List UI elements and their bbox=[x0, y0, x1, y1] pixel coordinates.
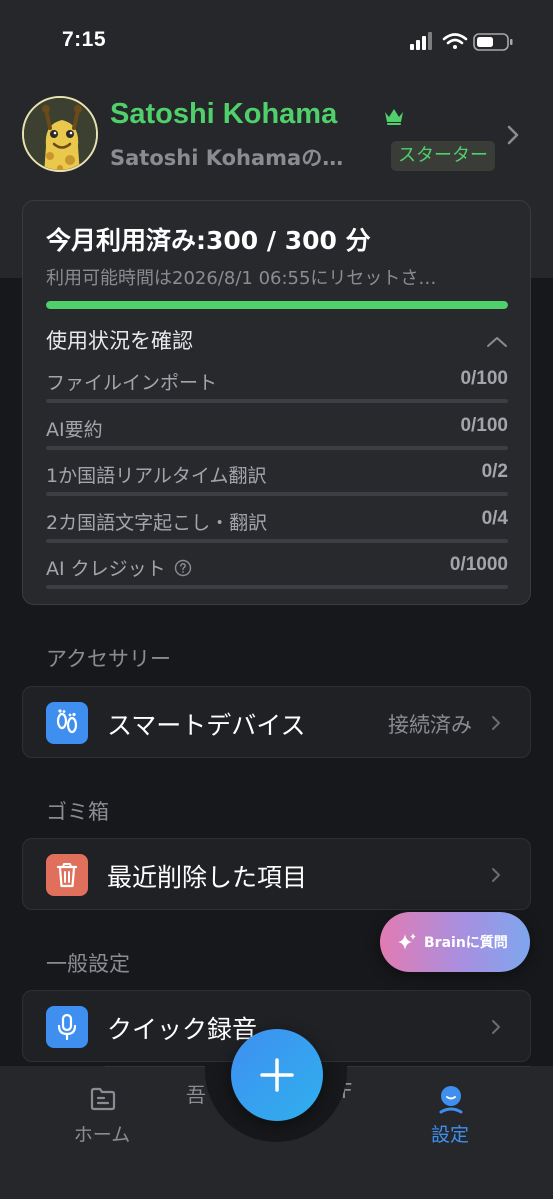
usage-row-label: 2カ国語文字起こし・翻訳 bbox=[46, 512, 268, 534]
section-header-general: 一般設定 bbox=[46, 952, 130, 976]
microphone-icon bbox=[46, 1006, 88, 1048]
usage-row-realtime-translation: 1か国語リアルタイム翻訳 0/2 bbox=[46, 461, 508, 496]
usage-row-ai-credit: AI クレジット 0/1000 bbox=[46, 554, 508, 589]
usage-row-track bbox=[46, 492, 508, 496]
trash-icon bbox=[46, 854, 88, 896]
usage-row-label: AI要約 bbox=[46, 419, 103, 441]
usage-details-toggle[interactable]: 使用状況を確認 bbox=[46, 325, 193, 355]
quick-record-label: クイック録音 bbox=[107, 1015, 258, 1044]
plan-badge: スターター bbox=[391, 141, 495, 171]
nav-settings-label: 設定 bbox=[430, 1124, 469, 1146]
status-icons bbox=[408, 30, 518, 54]
status-bar: 7:15 bbox=[0, 0, 553, 84]
usage-row-file-import: ファイルインポート 0/100 bbox=[46, 368, 508, 403]
add-button[interactable] bbox=[231, 1029, 323, 1121]
usage-row-track bbox=[46, 399, 508, 403]
usage-row-value: 0/100 bbox=[460, 368, 508, 389]
plus-icon bbox=[260, 1058, 294, 1092]
usage-row-value: 0/2 bbox=[481, 461, 508, 482]
avatar[interactable] bbox=[22, 96, 98, 172]
cellular-signal-icon bbox=[410, 32, 432, 50]
usage-progress-fill bbox=[46, 301, 508, 309]
recently-deleted-label: 最近削除した項目 bbox=[107, 863, 308, 892]
section-header-accessories: アクセサリー bbox=[46, 647, 171, 671]
profile-name[interactable]: Satoshi Kohama bbox=[110, 98, 337, 131]
smart-device-status: 接続済み bbox=[388, 713, 472, 737]
chevron-right-icon bbox=[491, 867, 501, 883]
usage-row-value: 0/4 bbox=[481, 508, 508, 529]
battery-icon bbox=[473, 33, 513, 51]
nav-home[interactable]: ホーム bbox=[52, 1084, 152, 1148]
usage-row-label: 1か国語リアルタイム翻訳 bbox=[46, 465, 267, 487]
usage-reset-note: 利用可能時間は2026/8/1 06:55にリセットさ… bbox=[46, 268, 437, 289]
usage-card: 今月利用済み:300 / 300 分 利用可能時間は2026/8/1 06:55… bbox=[22, 200, 531, 605]
usage-row-track bbox=[46, 446, 508, 450]
usage-row-label: AI クレジット bbox=[46, 558, 166, 580]
footprints-icon bbox=[46, 702, 88, 744]
recently-deleted-row[interactable]: 最近削除した項目 bbox=[22, 838, 531, 910]
usage-progress-bar bbox=[46, 301, 508, 309]
smart-device-label: スマートデバイス bbox=[107, 711, 306, 740]
ask-brain-label: Brainに質問 bbox=[424, 935, 508, 951]
usage-row-label: ファイルインポート bbox=[46, 372, 218, 394]
chevron-right-icon bbox=[491, 1019, 501, 1035]
chevron-up-icon[interactable] bbox=[486, 333, 508, 347]
ask-brain-button[interactable]: Brainに質問 bbox=[380, 912, 530, 972]
section-header-trash: ゴミ箱 bbox=[46, 800, 109, 824]
usage-row-value: 0/100 bbox=[460, 415, 508, 436]
usage-row-track bbox=[46, 539, 508, 543]
usage-title: 今月利用済み:300 / 300 分 bbox=[46, 226, 371, 255]
usage-row-bilingual-transcription: 2カ国語文字起こし・翻訳 0/4 bbox=[46, 508, 508, 543]
status-time: 7:15 bbox=[62, 28, 107, 51]
nav-item-partial-left[interactable]: 吾 bbox=[186, 1079, 206, 1108]
chevron-right-icon bbox=[491, 715, 501, 731]
usage-row-value: 0/1000 bbox=[449, 554, 508, 575]
sparkle-icon bbox=[396, 931, 418, 953]
nav-home-label: ホーム bbox=[73, 1124, 131, 1146]
wifi-icon bbox=[442, 33, 468, 49]
usage-row-ai-summary: AI要約 0/100 bbox=[46, 415, 508, 450]
profile-icon bbox=[436, 1084, 466, 1114]
chevron-right-icon[interactable] bbox=[506, 124, 520, 146]
nav-settings[interactable]: 設定 bbox=[400, 1084, 500, 1148]
usage-row-label-wrap: AI クレジット bbox=[46, 554, 192, 581]
usage-row-track bbox=[46, 585, 508, 589]
smart-device-row[interactable]: スマートデバイス 接続済み bbox=[22, 686, 531, 758]
folder-icon bbox=[88, 1084, 118, 1114]
help-icon[interactable] bbox=[174, 559, 192, 577]
crown-icon bbox=[382, 106, 406, 126]
workspace-name: Satoshi Kohamaの… bbox=[110, 146, 344, 170]
